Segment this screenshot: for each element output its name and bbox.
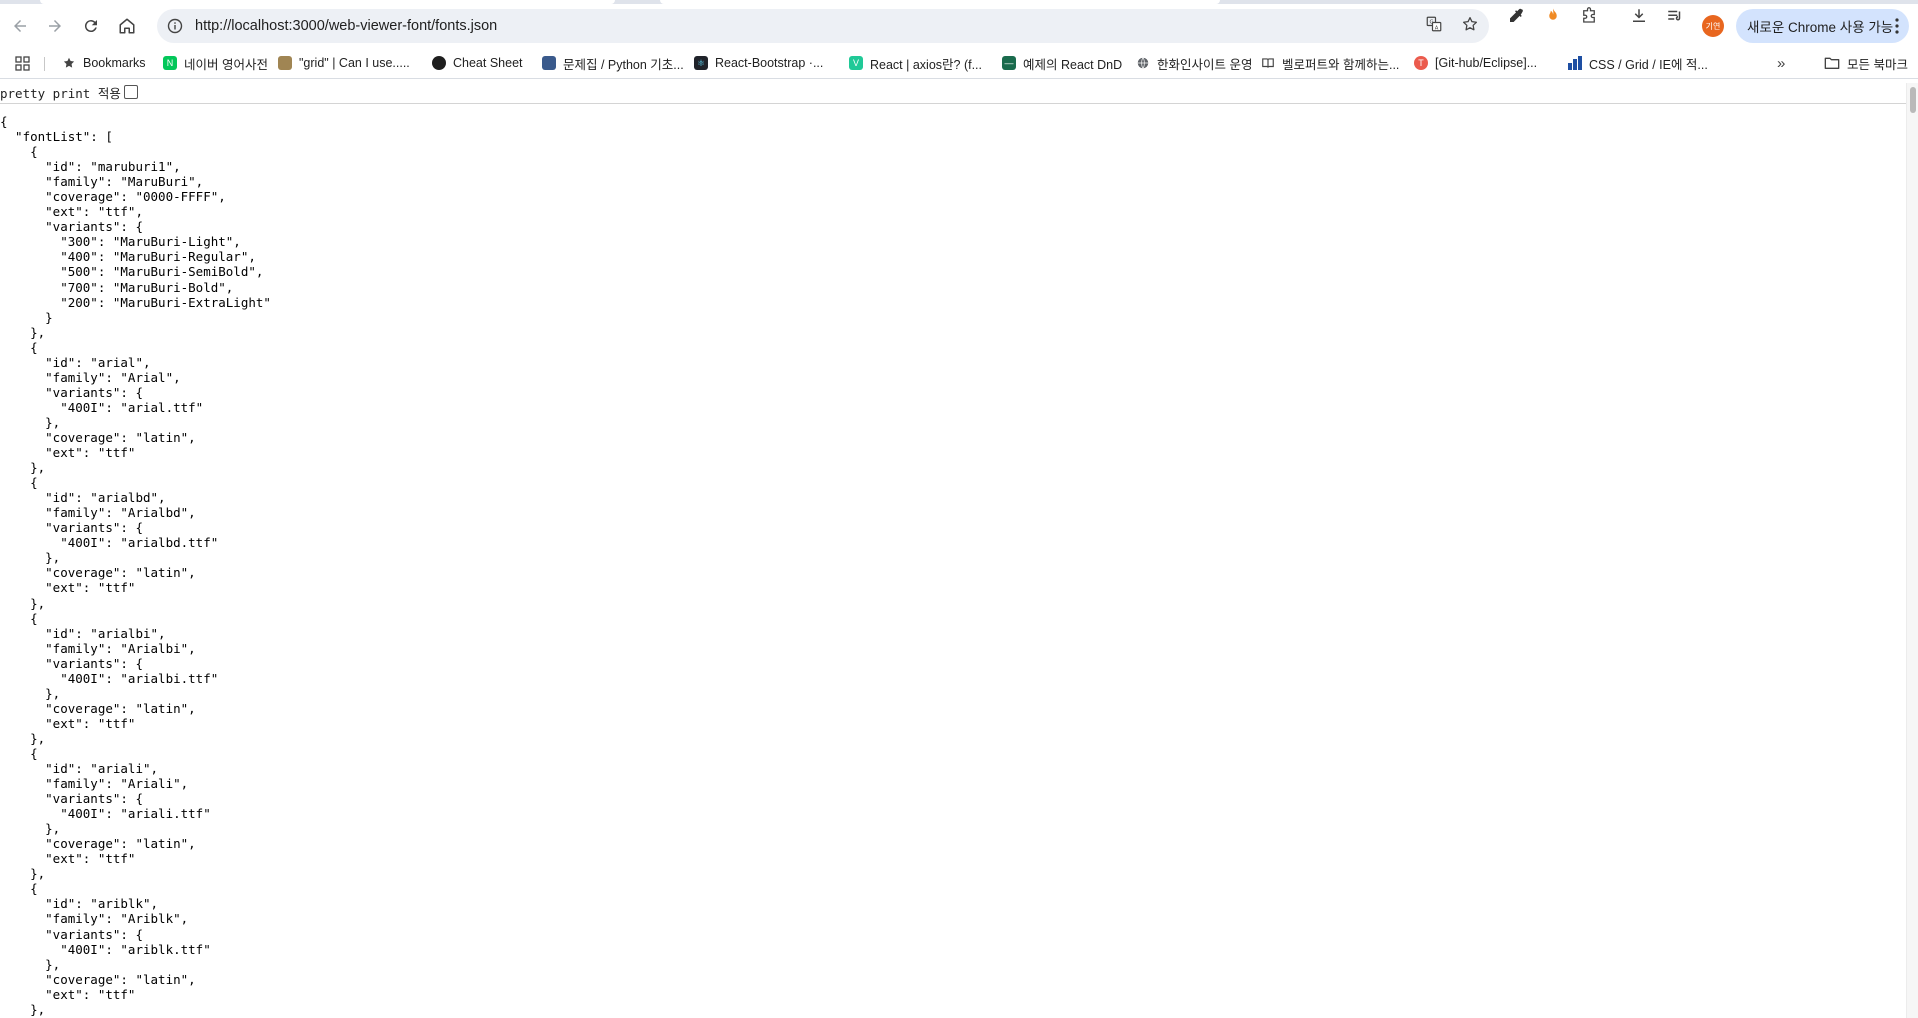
bookmark-item[interactable]: — 예제의 React DnD bbox=[1002, 54, 1122, 72]
more-bookmarks-button[interactable]: » bbox=[1777, 54, 1785, 72]
all-bookmarks-label: 모든 북마크 bbox=[1847, 57, 1908, 72]
bookmark-label: 한화인사이트 운영 bbox=[1157, 57, 1253, 72]
bookmark-item[interactable]: 문제집 / Python 기초... bbox=[542, 54, 684, 72]
bookmark-item[interactable]: T [Git-hub/Eclipse]... bbox=[1414, 54, 1537, 72]
download-icon[interactable] bbox=[1628, 5, 1650, 27]
bookmark-label: 예제의 React DnD bbox=[1023, 57, 1123, 72]
bookmark-item[interactable]: CSS / Grid / IE에 적... bbox=[1568, 54, 1708, 72]
bookmarks-divider bbox=[44, 57, 45, 71]
dnd-icon: — bbox=[1002, 56, 1016, 70]
caniuse-icon bbox=[278, 56, 292, 70]
pretty-print-label: pretty print 적용 bbox=[0, 85, 121, 101]
bookmark-item[interactable]: 한화인사이트 운영 bbox=[1136, 54, 1252, 72]
profile-avatar[interactable]: 기연 bbox=[1702, 15, 1724, 37]
eyedropper-icon[interactable] bbox=[1505, 5, 1527, 27]
reading-list-icon[interactable] bbox=[1664, 5, 1686, 27]
apps-grid-icon bbox=[15, 55, 30, 71]
pretty-print-toggle[interactable]: pretty print 적용 bbox=[0, 83, 138, 101]
url-text[interactable]: http://localhost:3000/web-viewer-font/fo… bbox=[195, 18, 497, 34]
back-button[interactable] bbox=[5, 11, 35, 41]
more-menu-icon[interactable] bbox=[1895, 17, 1899, 35]
apps-grid-button[interactable] bbox=[15, 54, 30, 72]
bookmark-item[interactable]: "grid" | Can I use..... bbox=[278, 54, 410, 72]
cheatsheet-icon bbox=[432, 56, 446, 70]
puzzle-extensions-icon[interactable] bbox=[1578, 5, 1600, 27]
fire-extension-icon[interactable] bbox=[1542, 5, 1564, 27]
bookmark-label: Bookmarks bbox=[83, 56, 146, 70]
react-bootstrap-icon: ⚛ bbox=[694, 56, 708, 70]
chrome-update-label: 새로운 Chrome 사용 가능 bbox=[1747, 20, 1894, 35]
bookmark-label: CSS / Grid / IE에 적... bbox=[1589, 57, 1708, 72]
scrollbar-thumb[interactable] bbox=[1910, 87, 1916, 113]
css-icon bbox=[1568, 56, 1582, 70]
bookmark-label: 네이버 영어사전 bbox=[184, 57, 268, 72]
velog-icon: V bbox=[849, 56, 863, 70]
arrow-left-icon bbox=[14, 20, 26, 32]
bookmark-item[interactable]: N 네이버 영어사전 bbox=[163, 54, 268, 72]
home-button[interactable] bbox=[112, 11, 142, 41]
tistory-icon: T bbox=[1414, 56, 1428, 70]
chrome-update-button[interactable]: 새로운 Chrome 사용 가능 bbox=[1736, 9, 1909, 43]
reload-button[interactable] bbox=[76, 11, 106, 41]
forward-button[interactable] bbox=[40, 11, 70, 41]
bookmark-label: 문제집 / Python 기초... bbox=[563, 57, 684, 72]
home-icon bbox=[119, 18, 135, 34]
bookmark-item[interactable]: Cheat Sheet bbox=[432, 54, 523, 72]
globe-icon bbox=[1137, 57, 1149, 69]
star-icon bbox=[63, 57, 75, 68]
browser-toolbar: http://localhost:3000/web-viewer-font/fo… bbox=[0, 4, 1918, 48]
bookmark-label: React | axios란? (f... bbox=[870, 57, 983, 72]
divider bbox=[0, 103, 1906, 104]
svg-text:A: A bbox=[1435, 25, 1439, 31]
bookmark-item[interactable]: ⚛ React-Bootstrap ·... bbox=[694, 54, 823, 72]
problem-icon bbox=[542, 56, 556, 70]
site-info-icon[interactable] bbox=[167, 18, 183, 34]
chevron-double-right-icon: » bbox=[1777, 54, 1786, 72]
folder-icon bbox=[1824, 57, 1840, 70]
arrow-right-icon bbox=[49, 20, 61, 32]
bookmarks-bar: Bookmarks N 네이버 영어사전 "grid" | Can I use.… bbox=[0, 48, 1918, 79]
vertical-scrollbar[interactable] bbox=[1906, 83, 1918, 1018]
json-document: { "fontList": [ { "id": "maruburi1", "fa… bbox=[0, 114, 271, 1017]
svg-text:G: G bbox=[1430, 19, 1434, 25]
all-bookmarks-button[interactable]: 모든 북마크 bbox=[1824, 54, 1908, 72]
translate-icon[interactable]: GA bbox=[1425, 15, 1443, 33]
bookmark-label: [Git-hub/Eclipse]... bbox=[1435, 56, 1538, 70]
bookmark-label: Cheat Sheet bbox=[453, 56, 523, 70]
bookmark-item[interactable]: 벨로퍼트와 함께하는... bbox=[1261, 54, 1399, 72]
book-icon bbox=[1262, 58, 1274, 68]
address-bar[interactable]: http://localhost:3000/web-viewer-font/fo… bbox=[157, 9, 1489, 43]
bookmark-item[interactable]: V React | axios란? (f... bbox=[849, 54, 982, 72]
bookmark-label: React-Bootstrap ·... bbox=[715, 56, 824, 70]
page-content: pretty print 적용 { "fontList": [ { "id": … bbox=[0, 83, 1906, 1018]
star-bookmark-icon[interactable] bbox=[1461, 15, 1479, 33]
bookmark-label: 벨로퍼트와 함께하는... bbox=[1282, 57, 1400, 72]
reload-icon bbox=[84, 20, 97, 33]
bookmark-label: "grid" | Can I use..... bbox=[299, 56, 410, 70]
pretty-print-checkbox[interactable] bbox=[123, 85, 138, 99]
bookmark-item[interactable]: Bookmarks bbox=[62, 54, 146, 72]
naver-dict-icon: N bbox=[163, 56, 177, 70]
